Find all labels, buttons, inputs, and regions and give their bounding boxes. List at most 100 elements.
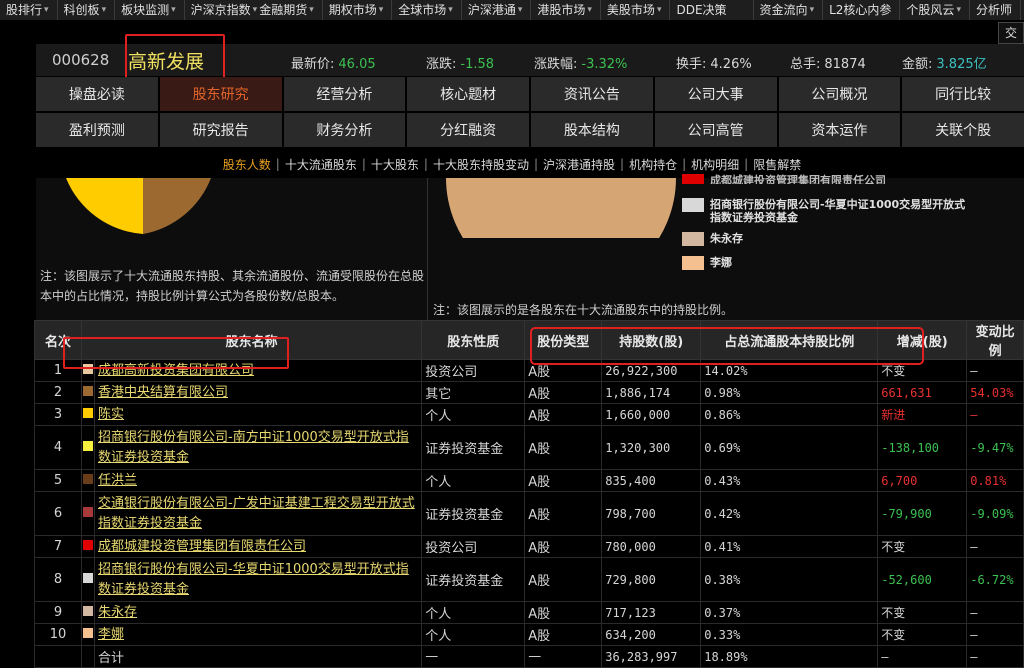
table-row[interactable]: 6 交通银行股份有限公司-广发中证基建工程交易型开放式指数证券投资基金 证券投资基金… (34, 491, 1024, 536)
subtab-lockup-release[interactable]: 限售解禁 (748, 156, 806, 173)
holder-nature-cell: 证券投资基金 (421, 557, 526, 602)
color-swatch-cell (81, 623, 95, 646)
right-pie-chart (446, 178, 676, 238)
tab-related-stocks[interactable]: 关联个股 (902, 113, 1024, 147)
table-row[interactable]: 7 成都城建投资管理集团有限责任公司 投资公司 A股 780,000 0.41% 不变 — (34, 535, 1024, 558)
subtab-institution-details[interactable]: 机构明细 (686, 156, 744, 173)
tab-trading-guide[interactable]: 操盘必读 (36, 77, 158, 111)
table-row[interactable]: 3 陈实 个人 A股 1,660,000 0.86% 新进 — (34, 403, 1024, 426)
table-row[interactable]: 2 香港中央结算有限公司 其它 A股 1,886,174 0.98% 661,631 54.0… (34, 381, 1024, 404)
holder-name-link[interactable]: 朱永存 (93, 601, 423, 624)
tab-core-themes[interactable]: 核心题材 (407, 77, 529, 111)
change-cell: 新进 (877, 403, 968, 426)
table-row[interactable]: 8 招商银行股份有限公司-华夏中证1000交易型开放式指数证券投资基金 证券投资基金… (34, 557, 1024, 602)
subtab-institution-holdings[interactable]: 机构持仓 (624, 156, 682, 173)
tab-share-structure[interactable]: 股本结构 (531, 113, 653, 147)
change-pct-cell: — (966, 359, 1024, 382)
holder-nature-cell: 证券投资基金 (421, 491, 526, 536)
tab-shareholder-research[interactable]: 股东研究 (159, 77, 282, 111)
tab-earnings-forecast[interactable]: 盈利预测 (36, 113, 158, 147)
holder-nature-cell: 个人 (421, 403, 526, 426)
subtab-top10-float[interactable]: 十大流通股东 (280, 156, 362, 173)
holder-name-link[interactable]: 招商银行股份有限公司-华夏中证1000交易型开放式指数证券投资基金 (93, 557, 423, 602)
change-cell: -138,100 (877, 425, 968, 470)
tab-peer-comparison[interactable]: 同行比较 (902, 77, 1024, 111)
holder-name-link[interactable]: 香港中央结算有限公司 (93, 381, 423, 404)
menu-fund-flow[interactable]: 资金流向 ▾ (754, 0, 824, 20)
divider (427, 178, 428, 320)
legend-item: 李娜 (682, 256, 732, 270)
left-pie-chart (66, 178, 211, 234)
rank-cell: 7 (34, 535, 82, 558)
right-chart-note: 注：该图展示的是各股东在十大流通股东中的持股比例。 (433, 303, 734, 317)
tab-capital-operations[interactable]: 资本运作 (778, 113, 901, 147)
tab-financial-analysis[interactable]: 财务分析 (283, 113, 406, 147)
menu-options[interactable]: 期权市场 ▾ (323, 0, 393, 20)
share-type-cell: A股 (524, 403, 603, 426)
col-holder-nature[interactable]: 股东性质 (421, 320, 526, 360)
menu-index[interactable]: 沪深京指数 ▾ 金融期货 ▾ (185, 0, 323, 20)
tab-news-announcements[interactable]: 资讯公告 (531, 77, 653, 111)
series-color-swatch (83, 441, 93, 451)
shares-held-cell: 1,660,000 (601, 403, 702, 426)
share-type-cell: A股 (524, 601, 603, 624)
holding-ratio-cell: 0.42% (700, 491, 879, 536)
tab-business-analysis[interactable]: 经营分析 (283, 77, 406, 111)
holder-name-link[interactable]: 任洪兰 (93, 469, 423, 492)
menu-stock-news[interactable]: 个股风云 ▾ (900, 0, 970, 20)
change-pct-cell: — (966, 623, 1024, 646)
subtab-connect-holdings[interactable]: 沪深港通持股 (538, 156, 620, 173)
menu-analyst[interactable]: 分析师 (970, 0, 1021, 20)
menu-sector-monitor[interactable]: 板块监测 ▾ (115, 0, 185, 20)
series-color-swatch (83, 507, 93, 517)
menu-stock-ranking[interactable]: 股排行 ▾ (0, 0, 58, 20)
series-color-swatch (83, 606, 93, 616)
subtab-holder-count[interactable]: 股东人数 (218, 156, 276, 173)
holding-ratio-cell: 0.98% (700, 381, 879, 404)
stock-header: 000628 高新发展 最新价: 46.05 涨跌: -1.58 涨跌幅: -3.32… (36, 34, 1024, 88)
chevron-down-icon: ▾ (44, 5, 49, 15)
holder-name-link[interactable]: 陈实 (93, 403, 423, 426)
holder-name-link[interactable]: 交通银行股份有限公司-广发中证基建工程交易型开放式指数证券投资基金 (93, 491, 423, 536)
subtab-top10[interactable]: 十大股东 (366, 156, 424, 173)
col-change-pct[interactable]: 变动比例 (966, 320, 1024, 360)
tab-company-overview[interactable]: 公司概况 (778, 77, 901, 111)
tab-dividends-financing[interactable]: 分红融资 (407, 113, 529, 147)
change-cell: 不变 (877, 601, 968, 624)
subtab-top10-changes[interactable]: 十大股东持股变动 (428, 156, 534, 173)
table-row[interactable]: 4 招商银行股份有限公司-南方中证1000交易型开放式指数证券投资基金 证券投资基金… (34, 425, 1024, 470)
chevron-down-icon: ▾ (587, 5, 592, 15)
chevron-down-icon: ▾ (101, 5, 107, 15)
table-row[interactable]: 5 任洪兰 个人 A股 835,400 0.43% 6,700 0.81% (34, 469, 1024, 492)
color-swatch-cell (81, 425, 95, 470)
color-swatch-cell (81, 469, 95, 492)
change-pct-cell: -9.09% (966, 491, 1024, 536)
rank-cell: 9 (34, 601, 82, 624)
chevron-down-icon: ▾ (309, 5, 314, 15)
change-cell: -52,600 (877, 557, 968, 602)
holder-name-link[interactable]: 招商银行股份有限公司-南方中证1000交易型开放式指数证券投资基金 (93, 425, 423, 470)
trade-amount: 金额: 3.825亿 (902, 57, 987, 72)
table-row[interactable]: 9 朱永存 个人 A股 717,123 0.37% 不变 — (34, 601, 1024, 624)
chevron-down-icon: ▾ (378, 5, 384, 15)
menu-connect[interactable]: 沪深港通 ▾ (462, 0, 532, 20)
holding-ratio-cell: 0.86% (700, 403, 879, 426)
change-cell: 661,631 (877, 381, 968, 404)
tab-executives[interactable]: 公司高管 (654, 113, 777, 147)
tab-company-events[interactable]: 公司大事 (654, 77, 777, 111)
total-type-cell: — (524, 645, 603, 668)
search-input[interactable]: 交 (998, 22, 1024, 44)
holder-name-link[interactable]: 成都城建投资管理集团有限责任公司 (93, 535, 423, 558)
menu-hk[interactable]: 港股市场 ▾ (531, 0, 601, 20)
price-change: 涨跌: -1.58 (426, 57, 495, 72)
menu-star-market[interactable]: 科创板 ▾ (58, 0, 116, 20)
menu-us[interactable]: 美股市场 ▾ (601, 0, 671, 20)
holder-name-link[interactable]: 李娜 (93, 623, 423, 646)
menu-global[interactable]: 全球市场 ▾ (392, 0, 462, 20)
menu-dde[interactable]: DDE决策 (670, 0, 754, 20)
holding-ratio-cell: 0.37% (700, 601, 879, 624)
shares-held-cell: 835,400 (601, 469, 702, 492)
table-row[interactable]: 10 李娜 个人 A股 634,200 0.33% 不变 — (34, 623, 1024, 646)
menu-l2[interactable]: L2核心内参 (823, 0, 901, 20)
tab-research-reports[interactable]: 研究报告 (159, 113, 282, 147)
